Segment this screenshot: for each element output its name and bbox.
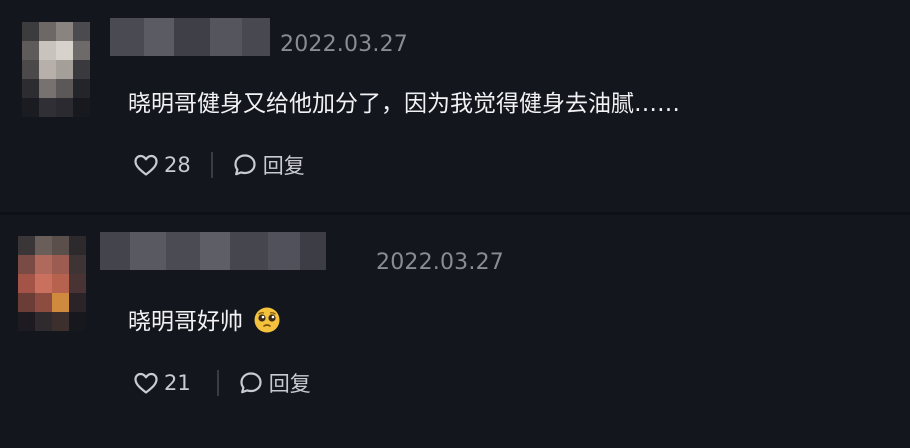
like-button[interactable]: 28 [132,151,191,179]
divider [210,152,213,178]
pleading-face-emoji-icon [254,307,280,333]
chat-bubble-icon [234,154,256,176]
reply-label: 回复 [268,372,311,396]
comment-date: 2022.03.27 [280,32,408,57]
like-count: 28 [164,153,191,177]
comment-item: 2022.03.27 晓明哥健身又给他加分了，因为我觉得健身去油腻…… 28 回… [0,0,910,212]
username-redacted[interactable] [110,18,270,56]
comment-text-content: 晓明哥好帅 [128,309,243,335]
comment-text: 晓明哥好帅 [128,302,281,336]
avatar[interactable] [22,22,90,117]
comment-actions: 21 回复 [132,367,311,399]
comment-item: 2022.03.27 晓明哥好帅 21 回复 [0,215,910,448]
divider [216,370,219,396]
comment-text: 晓明哥健身又给他加分了，因为我觉得健身去油腻…… [128,91,680,117]
reply-label: 回复 [262,154,305,178]
comment-date: 2022.03.27 [376,250,504,275]
heart-icon [134,154,158,176]
like-count: 21 [164,371,191,395]
reply-button[interactable]: 回复 [231,150,305,180]
comment-actions: 28 回复 [132,149,305,181]
avatar[interactable] [18,236,86,331]
reply-button[interactable]: 回复 [237,368,311,398]
heart-icon [134,372,158,394]
like-button[interactable]: 21 [132,369,191,397]
chat-bubble-icon [240,372,262,394]
username-redacted[interactable] [100,232,326,270]
